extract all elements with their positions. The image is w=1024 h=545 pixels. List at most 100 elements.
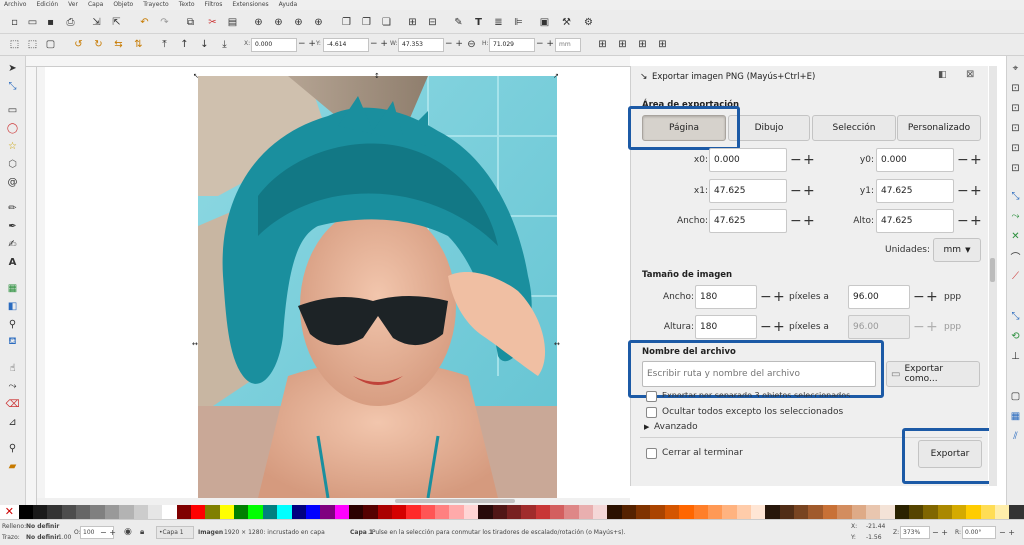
swatch[interactable] [392, 505, 407, 519]
y-field[interactable]: -4.614 [323, 38, 369, 52]
layer-visibility-icon[interactable]: ◉ [124, 527, 132, 537]
flip-vertical-icon[interactable]: ⇅ [132, 38, 145, 51]
swatch[interactable] [463, 505, 479, 519]
snap-centers-icon[interactable]: ⊡ [1009, 162, 1022, 175]
swatch[interactable] [779, 505, 795, 519]
units-dropdown[interactable]: mm ▼ [933, 238, 981, 262]
menu-trayecto[interactable]: Trayecto [143, 0, 169, 10]
tweak-tool-icon[interactable]: ☝ [6, 362, 19, 375]
hide-others-checkbox[interactable] [646, 407, 657, 418]
batch-export-checkbox[interactable] [646, 391, 657, 402]
swatch[interactable] [435, 505, 450, 519]
swatch[interactable] [736, 505, 751, 519]
menu-capa[interactable]: Capa [88, 0, 103, 10]
undo-icon[interactable]: ↶ [138, 16, 151, 29]
swatch[interactable] [334, 505, 349, 519]
no-paint-swatch[interactable]: ✕ [0, 505, 19, 519]
swatch[interactable] [894, 505, 909, 519]
clone-icon[interactable]: ❐ [360, 16, 373, 29]
swatch[interactable] [363, 505, 378, 519]
area-tab-personalizado[interactable]: Personalizado [897, 115, 981, 141]
resize-handle-e[interactable]: ↔ [554, 340, 560, 348]
swatch[interactable] [679, 505, 694, 519]
snap-intersections-icon[interactable]: ✕ [1009, 230, 1022, 243]
ungroup-icon[interactable]: ⊟ [426, 16, 439, 29]
swatch[interactable] [262, 505, 278, 519]
cut-icon[interactable]: ✂ [206, 16, 219, 29]
height-decrement[interactable]: − [957, 214, 969, 228]
print-icon[interactable]: ⎙ [64, 16, 77, 29]
swatch[interactable] [420, 505, 436, 519]
dropper-tool-icon[interactable]: ⚲ [6, 318, 19, 331]
img-height-increment[interactable]: + [773, 320, 785, 334]
fill-value[interactable]: No definir [26, 523, 59, 530]
align-icon[interactable]: ⊫ [512, 16, 525, 29]
swatch[interactable] [808, 505, 823, 519]
3d-box-tool-icon[interactable]: ⬡ [6, 158, 19, 171]
x0-field[interactable]: 0.000 [709, 148, 787, 172]
text-tool-icon[interactable]: A [6, 256, 19, 269]
selector-tool-icon[interactable]: ➤ [6, 62, 19, 75]
spray-tool-icon[interactable]: ▦ [6, 282, 19, 295]
y-stepper[interactable]: − + [370, 39, 388, 49]
eraser-tool-icon[interactable]: ⌫ [5, 398, 19, 411]
menu-archivo[interactable]: Archivo [4, 0, 26, 10]
snap-guides-icon[interactable]: ⫽ [1009, 430, 1022, 443]
img-width-decrement[interactable]: − [760, 290, 772, 304]
snap-bbox-icon[interactable]: ⊡ [1009, 82, 1022, 95]
img-width-increment[interactable]: + [773, 290, 785, 304]
connector-tool-icon[interactable]: ⤳ [6, 380, 19, 393]
y0-increment[interactable]: + [970, 153, 982, 167]
swatch[interactable] [320, 505, 335, 519]
copy-icon[interactable]: ⧉ [184, 16, 197, 29]
duplicate-icon[interactable]: ❐ [340, 16, 353, 29]
x1-field[interactable]: 47.625 [709, 179, 787, 203]
snap-paths-icon[interactable]: ⤳ [1009, 210, 1022, 223]
y1-field[interactable]: 47.625 [876, 179, 954, 203]
document-properties-icon[interactable]: ⚒ [560, 16, 573, 29]
zoom-selection-icon[interactable]: ⊕ [252, 16, 265, 29]
snap-page-border-icon[interactable]: ▢ [1009, 390, 1022, 403]
export-icon[interactable]: ⇱ [110, 16, 123, 29]
height-increment[interactable]: + [970, 214, 982, 228]
pencil-tool-icon[interactable]: ✏ [6, 202, 19, 215]
swatch[interactable] [348, 505, 364, 519]
img-height-decrement[interactable]: − [760, 320, 772, 334]
zoom-width-icon[interactable]: ⊕ [312, 16, 325, 29]
unlink-clone-icon[interactable]: ❏ [380, 16, 393, 29]
horizontal-ruler[interactable] [26, 56, 630, 67]
zoom-field[interactable]: 373% [900, 526, 930, 539]
swatch[interactable] [104, 505, 120, 519]
paint-bucket-tool-icon[interactable]: ⛾ [6, 336, 19, 349]
text-font-icon[interactable]: T [472, 16, 485, 29]
swatch[interactable] [406, 505, 421, 519]
dpi-1-increment[interactable]: + [926, 290, 938, 304]
horizontal-scrollbar-thumb[interactable] [395, 499, 515, 503]
open-icon[interactable]: ▭ [26, 16, 39, 29]
swatch[interactable] [76, 505, 91, 519]
swatch[interactable] [18, 505, 34, 519]
swatch[interactable] [966, 505, 981, 519]
flip-horizontal-icon[interactable]: ⇆ [112, 38, 125, 51]
swatch[interactable] [621, 505, 637, 519]
img-width-field[interactable]: 180 [695, 285, 757, 309]
width-field[interactable]: 47.625 [709, 209, 787, 233]
x1-increment[interactable]: + [803, 184, 815, 198]
swatch[interactable] [377, 505, 393, 519]
swatch[interactable] [851, 505, 866, 519]
swatch[interactable] [593, 505, 608, 519]
x0-decrement[interactable]: − [790, 153, 802, 167]
resize-handle-ne[interactable]: ↗ [553, 72, 559, 80]
menu-ayuda[interactable]: Ayuda [279, 0, 298, 10]
rotate-ccw-icon[interactable]: ↺ [72, 38, 85, 51]
menu-extensiones[interactable]: Extensiones [232, 0, 268, 10]
swatch[interactable] [564, 505, 579, 519]
swatch[interactable] [190, 505, 206, 519]
x-stepper[interactable]: − + [298, 39, 316, 49]
swatch[interactable] [607, 505, 622, 519]
opacity-stepper[interactable]: − + [100, 528, 116, 537]
width-decrement[interactable]: − [790, 214, 802, 228]
area-tab-dibujo[interactable]: Dibujo [728, 115, 810, 141]
swatch[interactable] [880, 505, 895, 519]
swatch[interactable] [722, 505, 737, 519]
